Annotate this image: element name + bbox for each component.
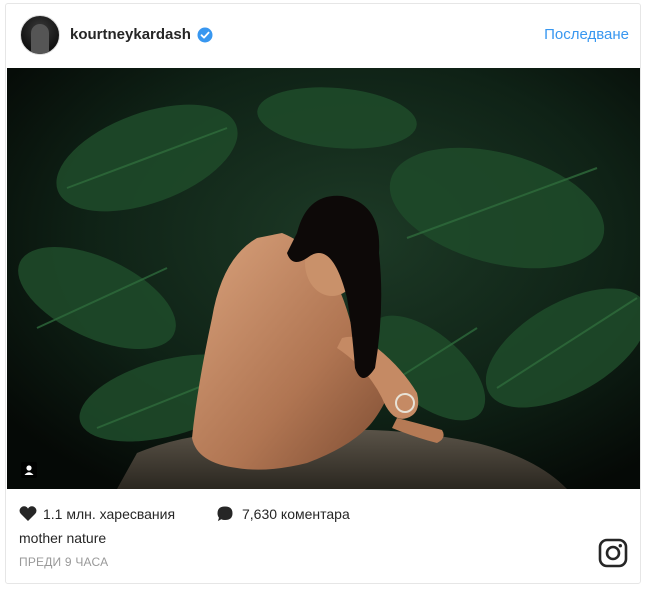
verified-badge-icon (197, 27, 213, 43)
instagram-embed-card: kourtneykardash Последване 1.1 млн. харе… (5, 3, 641, 584)
user-tag-icon[interactable] (21, 462, 37, 478)
username-link[interactable]: kourtneykardash (70, 26, 191, 43)
heart-icon[interactable] (19, 505, 37, 522)
avatar[interactable] (20, 15, 60, 55)
likes-count[interactable]: 1.1 млн. харесвания (43, 506, 175, 522)
follow-button[interactable]: Последване (544, 26, 629, 43)
comments-count[interactable]: 7,630 коментара (242, 506, 350, 522)
post-header: kourtneykardash Последване (6, 4, 640, 68)
post-timestamp[interactable]: ПРЕДИ 9 ЧАСА (19, 555, 108, 569)
post-photo[interactable] (7, 68, 640, 489)
post-caption: mother nature (19, 530, 107, 546)
instagram-logo-icon[interactable] (598, 538, 628, 568)
comment-bubble-icon[interactable] (216, 505, 234, 523)
